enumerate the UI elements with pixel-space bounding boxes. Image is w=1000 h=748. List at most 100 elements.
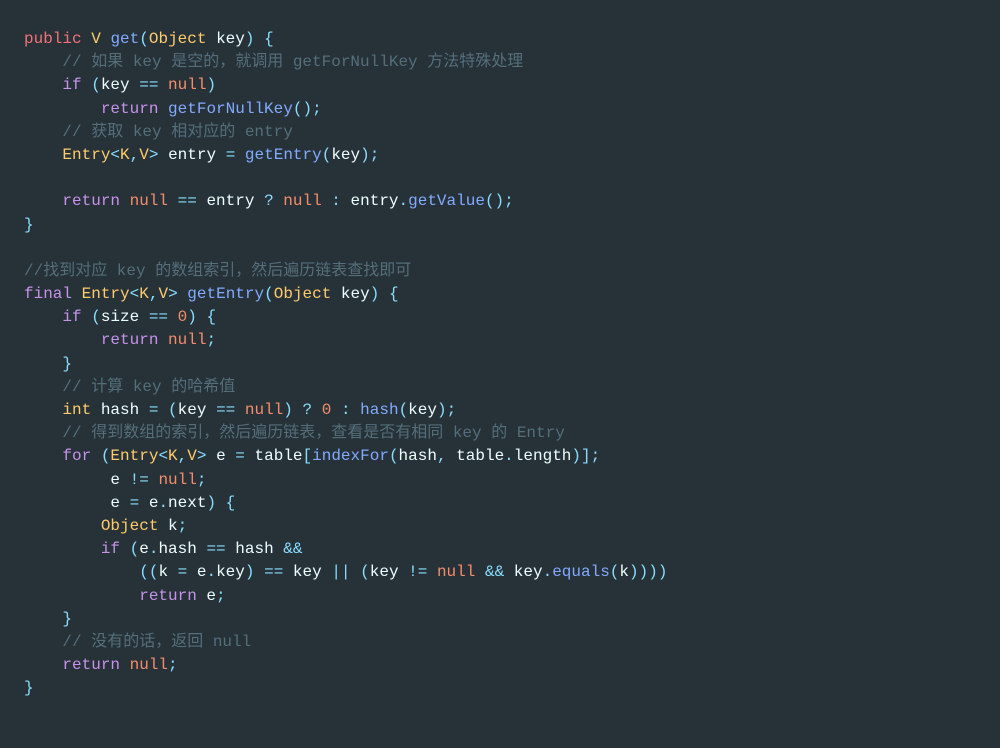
type-K: K xyxy=(168,447,178,465)
brace-open: { xyxy=(254,30,273,48)
space xyxy=(351,563,361,581)
space xyxy=(274,192,284,210)
ident-e: e xyxy=(139,494,158,512)
type-Entry: Entry xyxy=(62,146,110,164)
ident: key xyxy=(504,563,542,581)
paren-open: ( xyxy=(360,563,370,581)
dot: . xyxy=(504,447,514,465)
angle-close: > xyxy=(168,285,178,303)
fn-hash: hash xyxy=(360,401,398,419)
space xyxy=(235,401,245,419)
paren-close: ) xyxy=(206,494,216,512)
ident: key xyxy=(101,76,139,94)
ident: key xyxy=(283,563,331,581)
brace-close: } xyxy=(24,216,34,234)
ident-e: e xyxy=(139,540,149,558)
op-ne: != xyxy=(408,563,427,581)
paren-close: ) xyxy=(302,100,312,118)
keyword-final: final xyxy=(24,285,72,303)
space xyxy=(312,401,322,419)
bracket-open: [ xyxy=(303,447,313,465)
space xyxy=(72,285,82,303)
paren-close: ) xyxy=(639,563,649,581)
paren-open: ( xyxy=(485,192,495,210)
paren-close: ) xyxy=(658,563,668,581)
op-or: || xyxy=(331,563,350,581)
fn-getValue: getValue xyxy=(408,192,485,210)
space xyxy=(158,100,168,118)
space xyxy=(322,192,332,210)
dot: . xyxy=(543,563,553,581)
space xyxy=(351,401,361,419)
fn-getEntry: getEntry xyxy=(187,285,264,303)
semicolon: ; xyxy=(312,100,322,118)
fn-indexFor: indexFor xyxy=(312,447,389,465)
type-V: V xyxy=(91,30,101,48)
ident-key: key xyxy=(216,563,245,581)
dot: . xyxy=(158,494,168,512)
space xyxy=(475,563,485,581)
null-literal: null xyxy=(158,471,196,489)
type-Object: Object xyxy=(274,285,332,303)
angle-open: < xyxy=(158,447,168,465)
op-assign: = xyxy=(130,494,140,512)
type-Entry: Entry xyxy=(82,285,130,303)
brace-close: } xyxy=(62,355,72,373)
paren-close: ) xyxy=(187,308,197,326)
paren-close: ) xyxy=(283,401,293,419)
ident-table: table xyxy=(245,447,303,465)
keyword-return: return xyxy=(101,100,159,118)
paren-open: ( xyxy=(120,540,139,558)
comment: // 获取 key 相对应的 entry xyxy=(62,123,292,141)
op-and: && xyxy=(485,563,504,581)
space xyxy=(158,401,168,419)
paren-open: ( xyxy=(389,447,399,465)
type-Object: Object xyxy=(101,517,159,535)
comma: , xyxy=(437,447,447,465)
op-eq: == xyxy=(149,308,168,326)
op-assign: = xyxy=(178,563,188,581)
paren-open: ( xyxy=(399,401,409,419)
semicolon: ; xyxy=(447,401,457,419)
paren-open: ( xyxy=(82,76,101,94)
ident: entry xyxy=(341,192,399,210)
dot: . xyxy=(206,563,216,581)
param-key: key xyxy=(331,285,369,303)
semicolon: ; xyxy=(178,517,188,535)
type-Object: Object xyxy=(149,30,207,48)
ident-key: key xyxy=(370,563,408,581)
type-int: int xyxy=(62,401,91,419)
brace-open: { xyxy=(379,285,398,303)
op-eq: == xyxy=(206,540,225,558)
brace-close: } xyxy=(24,679,34,697)
semicolon: ; xyxy=(197,471,207,489)
type-K: K xyxy=(120,146,130,164)
comment: // 计算 key 的哈希值 xyxy=(62,378,235,396)
semicolon: ; xyxy=(504,192,514,210)
keyword-if: if xyxy=(101,540,120,558)
op-ternary-colon: : xyxy=(331,192,341,210)
op-eq: == xyxy=(139,76,158,94)
num-zero: 0 xyxy=(178,308,188,326)
dot: . xyxy=(399,192,409,210)
type-Entry: Entry xyxy=(110,447,158,465)
type-V: V xyxy=(158,285,168,303)
keyword-return: return xyxy=(139,587,197,605)
fn-getEntry: getEntry xyxy=(245,146,322,164)
fn-equals: equals xyxy=(552,563,610,581)
ident-e: e xyxy=(110,471,129,489)
paren-open: ( xyxy=(82,308,101,326)
arg-key: key xyxy=(331,146,360,164)
paren-close: ) xyxy=(437,401,447,419)
null-literal: null xyxy=(245,401,283,419)
keyword-return: return xyxy=(62,192,120,210)
angle-open: < xyxy=(110,146,120,164)
paren-open: ( xyxy=(91,447,110,465)
keyword-for: for xyxy=(62,447,91,465)
null-literal: null xyxy=(283,192,321,210)
op-ne: != xyxy=(130,471,149,489)
arg-hash: hash xyxy=(399,447,437,465)
code-block: public V get(Object key) { // 如果 key 是空的… xyxy=(0,0,1000,728)
ident-next: next xyxy=(168,494,206,512)
null-literal: null xyxy=(130,192,168,210)
